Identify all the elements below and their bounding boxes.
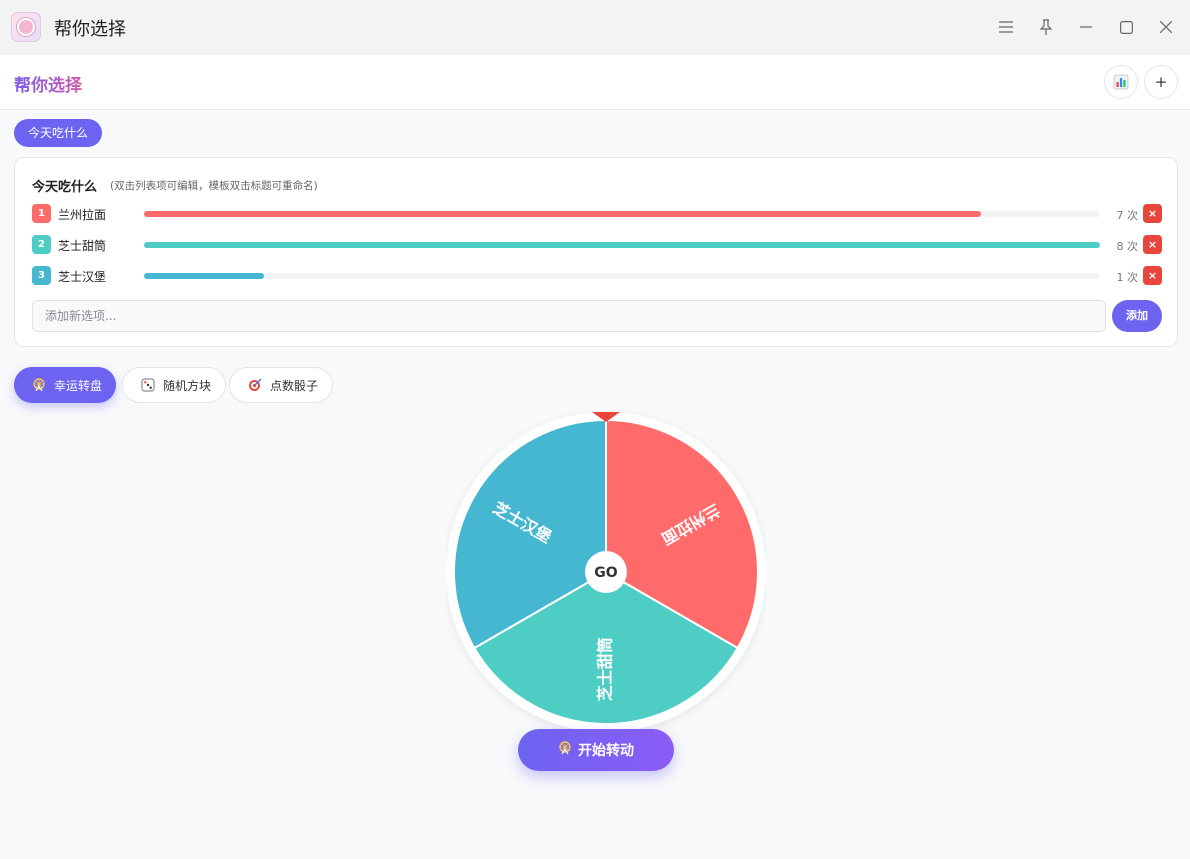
list-hint: (双击列表项可编辑，模板双击标题可重命名) (110, 180, 318, 192)
item-name[interactable]: 兰州拉面 (58, 206, 106, 223)
delete-item-button[interactable]: × (1143, 266, 1162, 285)
stats-button[interactable] (1104, 65, 1138, 99)
item-count: 1 次 (1116, 271, 1139, 284)
dice-icon (139, 376, 157, 394)
ferris-wheel-icon (558, 741, 572, 759)
window-title: 帮你选择 (54, 19, 126, 40)
item-progress-track (144, 211, 1100, 217)
tab-lucky-wheel[interactable]: 幸运转盘 (14, 367, 117, 403)
delete-item-button[interactable]: × (1143, 235, 1162, 254)
list-item[interactable]: 3 芝士汉堡 1 次 × (32, 266, 1162, 286)
target-icon (246, 376, 264, 394)
bar-chart-icon (1113, 74, 1129, 90)
menu-icon[interactable] (993, 14, 1019, 40)
list-item[interactable]: 2 芝士甜筒 8 次 × (32, 235, 1162, 255)
app-header: 帮你选择 + (0, 55, 1190, 110)
tab-random-block[interactable]: 随机方块 (122, 367, 227, 403)
item-progress-fill (144, 242, 1100, 248)
lucky-wheel[interactable]: 兰州拉面 芝士甜筒 芝士汉堡 GO (446, 410, 766, 732)
tab-label: 随机方块 (163, 378, 212, 393)
tab-label: 幸运转盘 (54, 378, 103, 393)
add-option-button[interactable]: 添加 (1112, 300, 1162, 332)
item-name[interactable]: 芝士汉堡 (58, 268, 106, 285)
app-brand-title: 帮你选择 (14, 71, 82, 96)
spin-button-label: 开始转动 (578, 743, 634, 759)
item-count: 8 次 (1116, 240, 1139, 253)
item-count: 7 次 (1116, 209, 1139, 222)
wheel-segment-label: 芝士甜筒 (596, 637, 615, 701)
tab-dice-points[interactable]: 点数骰子 (229, 367, 334, 403)
maximize-icon[interactable] (1113, 14, 1139, 40)
item-index-badge: 2 (32, 235, 51, 254)
item-index-badge: 3 (32, 266, 51, 285)
template-chip-today-food[interactable]: 今天吃什么 (14, 119, 103, 147)
item-index-badge: 1 (32, 204, 51, 223)
start-spin-button[interactable]: 开始转动 (518, 729, 674, 771)
item-progress-fill (144, 273, 264, 279)
app-logo-icon (11, 12, 41, 42)
add-template-button[interactable]: + (1144, 65, 1178, 99)
list-item[interactable]: 1 兰州拉面 7 次 × (32, 204, 1162, 224)
delete-item-button[interactable]: × (1143, 204, 1162, 223)
go-label: GO (594, 565, 617, 581)
close-icon[interactable] (1153, 14, 1179, 40)
minimize-icon[interactable] (1073, 14, 1099, 40)
list-title[interactable]: 今天吃什么 (32, 176, 97, 195)
item-progress-track (144, 273, 1100, 279)
item-progress-fill (144, 211, 981, 217)
wheel-svg: 兰州拉面芝士甜筒芝士汉堡GO (446, 412, 766, 732)
new-option-input[interactable] (32, 300, 1106, 332)
pin-icon[interactable] (1033, 14, 1059, 40)
window-titlebar: 帮你选择 (0, 0, 1190, 55)
item-progress-track (144, 242, 1100, 248)
options-card: 今天吃什么 (双击列表项可编辑，模板双击标题可重命名) 1 兰州拉面 7 次 ×… (14, 157, 1178, 347)
item-name[interactable]: 芝士甜筒 (58, 237, 106, 254)
tab-label: 点数骰子 (270, 378, 319, 393)
ferris-wheel-icon (30, 376, 48, 394)
